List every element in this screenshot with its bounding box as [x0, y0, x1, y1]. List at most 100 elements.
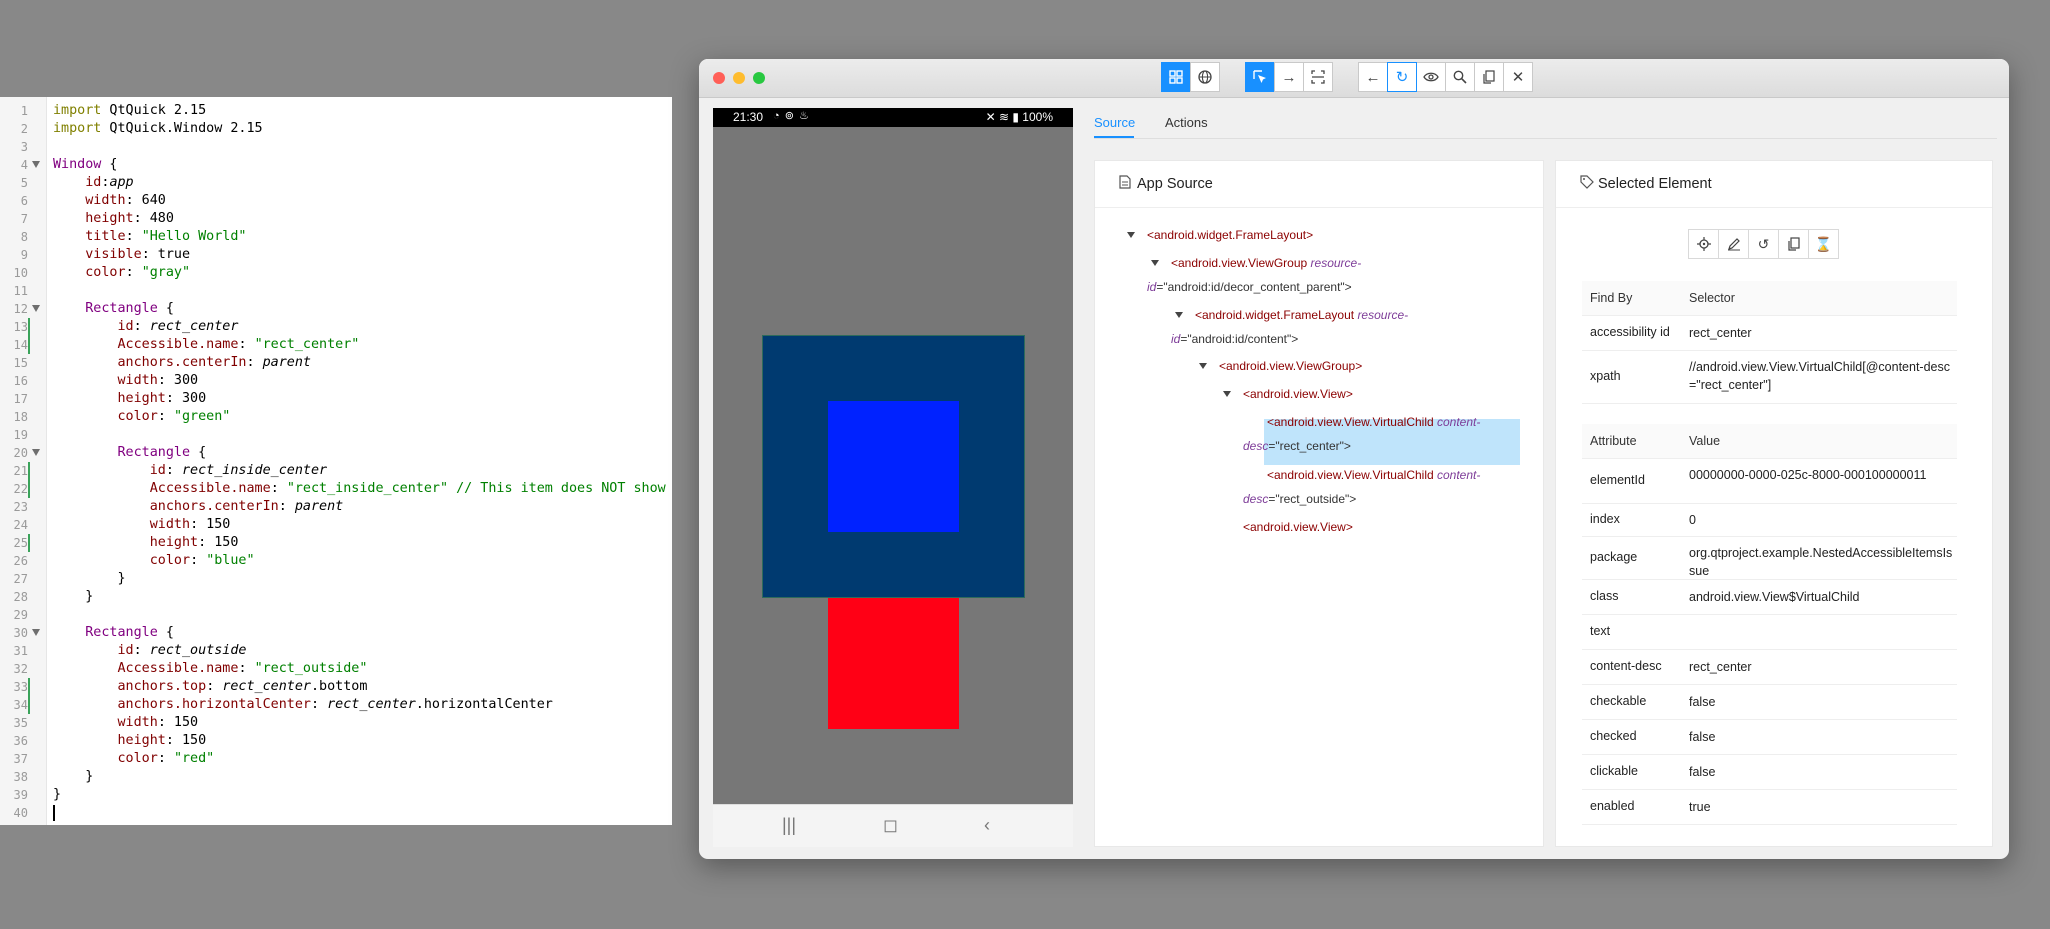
code-line[interactable]: 39}	[0, 786, 672, 804]
find-by-row[interactable]: accessibility id rect_center	[1582, 315, 1957, 351]
code-line[interactable]: 1 import QtQuick 2.15	[0, 102, 672, 120]
code-line[interactable]: 6 width: 640	[0, 192, 672, 210]
code-line[interactable]: 5 id:app	[0, 174, 672, 192]
home-icon[interactable]: ◻	[883, 815, 898, 836]
code-line[interactable]: 12 Rectangle {	[0, 300, 672, 318]
fold-arrow-icon[interactable]	[32, 161, 40, 168]
attribute-row[interactable]: content-desc rect_center	[1582, 649, 1957, 685]
code-line[interactable]: 33 anchors.top: rect_center.bottom	[0, 678, 672, 696]
tree-node[interactable]: id="android:id/content">	[1171, 327, 1298, 351]
code-line[interactable]: 14 Accessible.name: "rect_center"	[0, 336, 672, 354]
code-line[interactable]: 38 }	[0, 768, 672, 786]
tree-expand-arrow-icon[interactable]	[1223, 391, 1231, 397]
code-line[interactable]: 19	[0, 426, 672, 444]
code-line[interactable]: 9 visible: true	[0, 246, 672, 264]
code-line[interactable]: 31 id: rect_outside	[0, 642, 672, 660]
attribute-row[interactable]: checked false	[1582, 719, 1957, 755]
code-line[interactable]: 29	[0, 606, 672, 624]
code-line[interactable]: 16 width: 300	[0, 372, 672, 390]
fold-arrow-icon[interactable]	[32, 305, 40, 312]
back-icon[interactable]: ←	[1358, 62, 1388, 92]
globe-icon[interactable]	[1190, 62, 1220, 92]
fold-arrow-icon[interactable]	[32, 629, 40, 636]
code-line[interactable]: 28 }	[0, 588, 672, 606]
clear-icon[interactable]: ↺	[1748, 229, 1779, 259]
code-line[interactable]: 3	[0, 138, 672, 156]
code-line[interactable]: 26 color: "blue"	[0, 552, 672, 570]
attribute-row[interactable]: index 0	[1582, 503, 1957, 537]
tab-actions[interactable]: Actions	[1165, 115, 1208, 130]
tree-expand-arrow-icon[interactable]	[1151, 260, 1159, 266]
minimize-window-button[interactable]	[733, 72, 745, 84]
back-nav-icon[interactable]: ‹	[984, 815, 990, 836]
code-line[interactable]: 2 import QtQuick.Window 2.15	[0, 120, 672, 138]
attribute-row[interactable]: elementId 00000000-0000-025c-8000-0001000…	[1582, 458, 1957, 504]
code-line[interactable]: 24 width: 150	[0, 516, 672, 534]
code-line[interactable]: 27 }	[0, 570, 672, 588]
tree-node[interactable]: <android.widget.FrameLayout>	[1147, 223, 1313, 247]
code-line[interactable]: 11	[0, 282, 672, 300]
code-line[interactable]: 20 Rectangle {	[0, 444, 672, 462]
code-line[interactable]: 32 Accessible.name: "rect_outside"	[0, 660, 672, 678]
copy-attributes-icon[interactable]	[1778, 229, 1809, 259]
refresh-icon[interactable]: ↻	[1387, 62, 1417, 92]
tree-node[interactable]: <android.view.ViewGroup resource-	[1171, 251, 1361, 275]
tree-node[interactable]: <android.view.View>	[1243, 382, 1353, 406]
attribute-row[interactable]: enabled true	[1582, 789, 1957, 825]
fold-arrow-icon[interactable]	[32, 449, 40, 456]
tree-node[interactable]: <android.widget.FrameLayout resource-	[1195, 303, 1408, 327]
eye-icon[interactable]	[1416, 62, 1446, 92]
tree-node[interactable]: <android.view.View.VirtualChild content-	[1267, 410, 1480, 434]
maximize-window-button[interactable]	[753, 72, 765, 84]
rect-inside-center[interactable]	[828, 401, 959, 532]
rect-outside[interactable]	[828, 598, 959, 729]
grid-icon[interactable]	[1161, 62, 1191, 92]
select-element-icon[interactable]	[1245, 62, 1275, 92]
swipe-icon[interactable]: →	[1274, 62, 1304, 92]
tree-expand-arrow-icon[interactable]	[1127, 232, 1135, 238]
code-line[interactable]: 30 Rectangle {	[0, 624, 672, 642]
code-line[interactable]: 35 width: 150	[0, 714, 672, 732]
timer-icon[interactable]: ⌛	[1808, 229, 1839, 259]
code-line[interactable]: 22 Accessible.name: "rect_inside_center"…	[0, 480, 672, 498]
code-line[interactable]: 7 height: 480	[0, 210, 672, 228]
tap-icon[interactable]	[1688, 229, 1719, 259]
code-line[interactable]: 23 anchors.centerIn: parent	[0, 498, 672, 516]
code-line[interactable]: 18 color: "green"	[0, 408, 672, 426]
code-line[interactable]: 21 id: rect_inside_center	[0, 462, 672, 480]
code-line[interactable]: 37 color: "red"	[0, 750, 672, 768]
code-line[interactable]: 17 height: 300	[0, 390, 672, 408]
attribute-row[interactable]: checkable false	[1582, 684, 1957, 720]
code-line[interactable]: 10 color: "gray"	[0, 264, 672, 282]
tree-node[interactable]: <android.view.View.VirtualChild content-	[1267, 463, 1480, 487]
tree-node[interactable]: <android.view.View>	[1243, 515, 1353, 539]
tree-node[interactable]: id="android:id/decor_content_parent">	[1147, 275, 1352, 299]
tap-by-coordinates-icon[interactable]	[1303, 62, 1333, 92]
code-line[interactable]: 34 anchors.horizontalCenter: rect_center…	[0, 696, 672, 714]
code-line[interactable]: 4 Window {	[0, 156, 672, 174]
search-icon[interactable]	[1445, 62, 1475, 92]
tree-node[interactable]: desc="rect_center">	[1243, 434, 1351, 458]
close-icon[interactable]: ✕	[1503, 62, 1533, 92]
attribute-row[interactable]: clickable false	[1582, 754, 1957, 790]
tree-expand-arrow-icon[interactable]	[1175, 312, 1183, 318]
code-line[interactable]: 15 anchors.centerIn: parent	[0, 354, 672, 372]
tree-node[interactable]: <android.view.ViewGroup>	[1219, 354, 1362, 378]
code-line[interactable]: 13 id: rect_center	[0, 318, 672, 336]
tree-node[interactable]: desc="rect_outside">	[1243, 487, 1356, 511]
code-line[interactable]: 40	[0, 804, 672, 822]
code-line[interactable]: 8 title: "Hello World"	[0, 228, 672, 246]
close-window-button[interactable]	[713, 72, 725, 84]
find-by-row[interactable]: xpath //android.view.View.VirtualChild[@c…	[1582, 350, 1957, 404]
code-editor[interactable]: 1 import QtQuick 2.15 2 import QtQuick.Wind…	[0, 97, 672, 825]
edit-icon[interactable]	[1718, 229, 1749, 259]
code-line[interactable]: 25 height: 150	[0, 534, 672, 552]
device-screenshot[interactable]: 21:30 ◔ ⊚ ♨ ✕ ≋ ▮ 100% ||| ◻ ‹	[713, 108, 1073, 847]
attribute-row[interactable]: class android.view.View$VirtualChild	[1582, 579, 1957, 615]
tab-source[interactable]: Source	[1094, 115, 1135, 130]
code-line[interactable]: 36 height: 150	[0, 732, 672, 750]
recent-apps-icon[interactable]: |||	[782, 815, 796, 836]
attribute-row[interactable]: text	[1582, 614, 1957, 650]
copy-icon[interactable]	[1474, 62, 1504, 92]
tree-expand-arrow-icon[interactable]	[1199, 363, 1207, 369]
